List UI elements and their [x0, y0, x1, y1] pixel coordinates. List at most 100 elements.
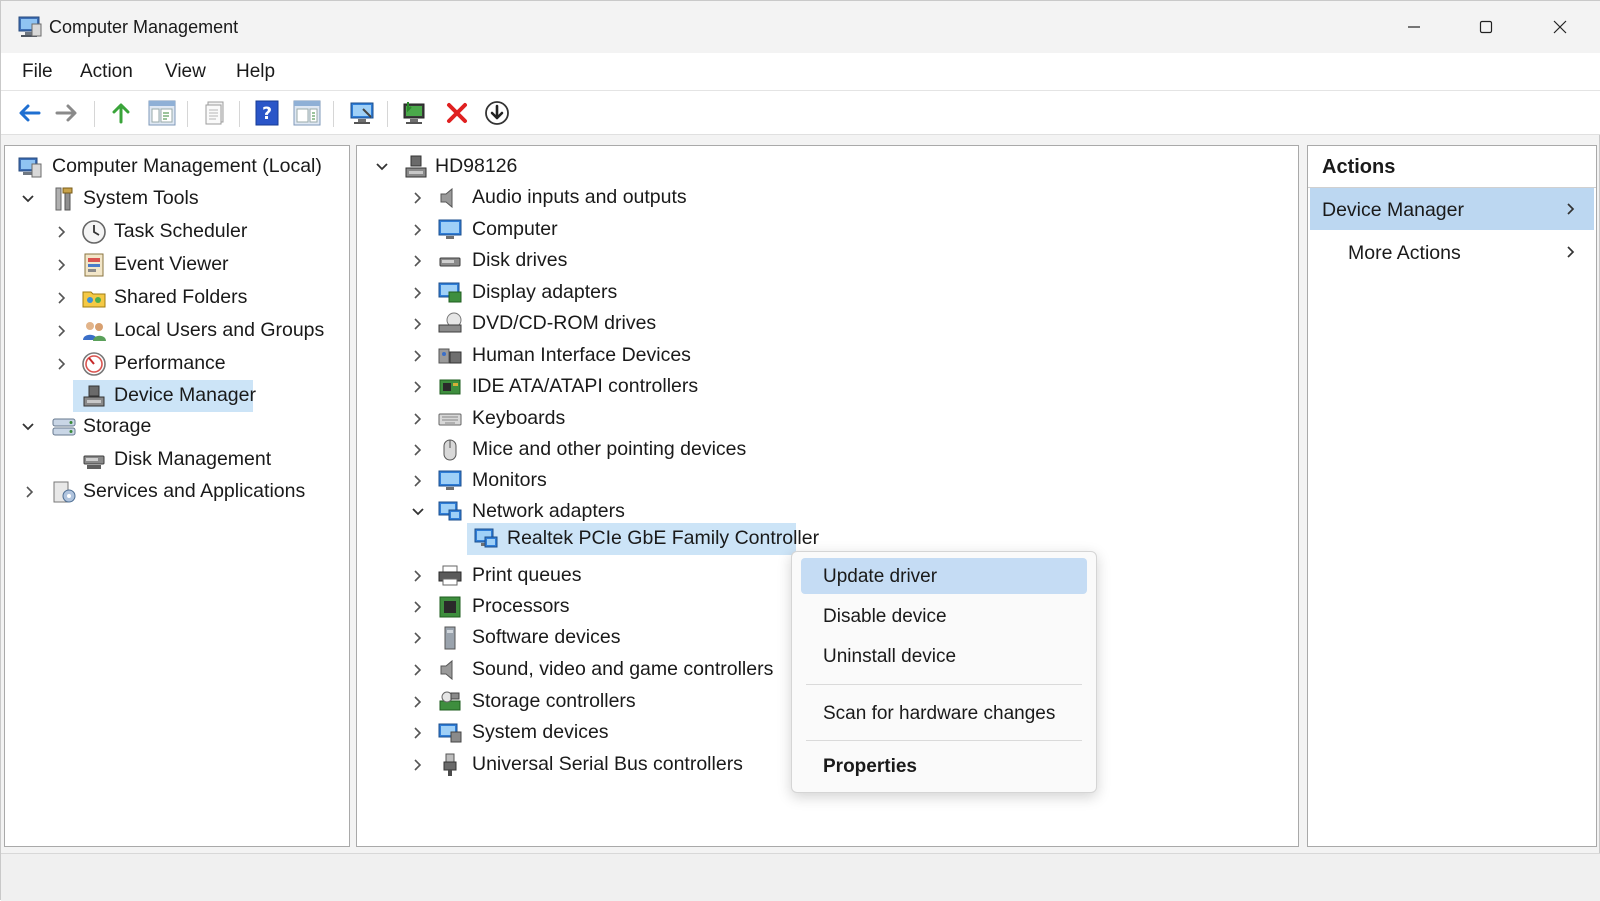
- chevron-right-icon[interactable]: [411, 191, 425, 205]
- actions-pane: Actions Device Manager More Actions: [1307, 145, 1597, 847]
- actions-more-actions[interactable]: More Actions: [1310, 232, 1594, 274]
- back-button[interactable]: [13, 98, 45, 128]
- chevron-right-icon[interactable]: [411, 758, 425, 772]
- chevron-right-icon[interactable]: [411, 695, 425, 709]
- uninstall-icon: [447, 103, 467, 123]
- network-adapters-icon: [438, 501, 462, 521]
- close-button[interactable]: [1537, 7, 1583, 47]
- scan-hardware-button[interactable]: [347, 98, 379, 128]
- chevron-right-icon[interactable]: [411, 663, 425, 677]
- chevron-right-icon[interactable]: [55, 357, 69, 371]
- tree-item-human-interface-devices[interactable]: Human Interface Devices: [367, 341, 1267, 371]
- chevron-down-icon[interactable]: [375, 160, 389, 174]
- chevron-right-icon[interactable]: [411, 443, 425, 457]
- enable-device-button[interactable]: [481, 98, 513, 128]
- event-viewer-icon: [84, 253, 104, 277]
- tree-item-device-manager[interactable]: Device Manager: [73, 380, 256, 412]
- menu-help[interactable]: Help: [236, 61, 275, 83]
- tree-item-computer[interactable]: Computer: [367, 215, 1267, 245]
- export-list-button[interactable]: [199, 98, 231, 128]
- tree-item-performance[interactable]: Performance: [15, 349, 345, 379]
- show-hide-tree-icon: [148, 100, 176, 126]
- chevron-right-icon[interactable]: [411, 412, 425, 426]
- chevron-right-icon[interactable]: [411, 349, 425, 363]
- chevron-right-icon[interactable]: [411, 254, 425, 268]
- tree-item-event-viewer[interactable]: Event Viewer: [15, 250, 345, 280]
- chevron-down-icon[interactable]: [411, 505, 425, 519]
- chevron-down-icon[interactable]: [21, 420, 35, 434]
- tree-item-disk-management[interactable]: Disk Management: [15, 445, 345, 475]
- chevron-right-icon[interactable]: [411, 474, 425, 488]
- forward-button[interactable]: [51, 98, 83, 128]
- tree-item-storage[interactable]: Storage: [15, 412, 345, 442]
- show-hide-tree-button[interactable]: [146, 98, 178, 128]
- chevron-right-icon[interactable]: [411, 726, 425, 740]
- menu-action[interactable]: Action: [80, 61, 133, 83]
- tree-label: Display adapters: [472, 281, 618, 303]
- update-driver-icon: [403, 102, 425, 124]
- tree-item-display-adapters[interactable]: Display adapters: [367, 278, 1267, 308]
- menu-file[interactable]: File: [22, 61, 53, 83]
- storage-icon: [52, 418, 76, 436]
- tree-item-mice-and-other-pointing-devices[interactable]: Mice and other pointing devices: [367, 435, 1267, 465]
- chevron-down-icon[interactable]: [21, 192, 35, 206]
- maximize-button[interactable]: [1463, 7, 1509, 47]
- chevron-right-icon[interactable]: [411, 600, 425, 614]
- computer-management-window: Computer Management File Action View Hel…: [0, 0, 1600, 901]
- tree-item-system-tools[interactable]: System Tools: [15, 184, 345, 214]
- update-driver-button[interactable]: [399, 98, 431, 128]
- chevron-right-icon[interactable]: [55, 291, 69, 305]
- tree-item-services-and-applications[interactable]: Services and Applications: [15, 477, 345, 507]
- tree-label: Services and Applications: [83, 480, 306, 502]
- tree-item-audio-inputs-and-outputs[interactable]: Audio inputs and outputs: [367, 183, 1267, 213]
- tree-item-disk-drives[interactable]: Disk drives: [367, 246, 1267, 276]
- chevron-right-icon: [1567, 203, 1575, 215]
- ctx-disable-device[interactable]: Disable device: [801, 598, 1087, 634]
- ctx-properties[interactable]: Properties: [801, 748, 1087, 784]
- tree-item-task-scheduler[interactable]: Task Scheduler: [15, 217, 345, 247]
- tree-item-monitors[interactable]: Monitors: [367, 466, 1267, 496]
- chevron-right-icon[interactable]: [411, 569, 425, 583]
- menu-view[interactable]: View: [165, 61, 206, 83]
- chevron-right-icon[interactable]: [55, 324, 69, 338]
- chevron-right-icon[interactable]: [23, 485, 37, 499]
- tree-item-realtek-pcie-gbe[interactable]: Realtek PCIe GbE Family Controller: [467, 523, 819, 555]
- chevron-right-icon[interactable]: [411, 631, 425, 645]
- audio-inputs-and-outputs-icon: [440, 187, 453, 209]
- help-button[interactable]: ?: [251, 98, 283, 128]
- tree-item-computer-management-local[interactable]: Computer Management (Local): [15, 152, 345, 182]
- minimize-button[interactable]: [1391, 7, 1437, 47]
- tree-label: Universal Serial Bus controllers: [472, 753, 743, 775]
- tree-item-dvd-cd-rom-drives[interactable]: DVD/CD-ROM drives: [367, 309, 1267, 339]
- window-title: Computer Management: [49, 17, 239, 37]
- ctx-update-driver[interactable]: Update driver: [801, 558, 1087, 594]
- tree-label: Human Interface Devices: [472, 344, 691, 366]
- show-action-pane-button[interactable]: [291, 98, 323, 128]
- chevron-right-icon[interactable]: [411, 380, 425, 394]
- chevron-right-icon[interactable]: [411, 317, 425, 331]
- tree-label: Network adapters: [472, 500, 625, 522]
- tree-item-shared-folders[interactable]: Shared Folders: [15, 283, 345, 313]
- ctx-uninstall-device[interactable]: Uninstall device: [801, 638, 1087, 674]
- chevron-right-icon[interactable]: [55, 225, 69, 239]
- actions-header: Actions: [1308, 146, 1596, 188]
- tree-label: Keyboards: [472, 407, 566, 429]
- toolbar: ?: [1, 91, 1600, 135]
- tree-item-local-users-and-groups[interactable]: Local Users and Groups: [15, 316, 345, 346]
- actions-title: Actions: [1322, 156, 1396, 178]
- menu-separator: [806, 740, 1082, 741]
- tree-item-hd98126[interactable]: HD98126: [367, 152, 1267, 182]
- up-one-level-button[interactable]: [105, 98, 137, 128]
- chevron-right-icon[interactable]: [55, 258, 69, 272]
- menu-bar: File Action View Help: [1, 53, 1600, 91]
- tree-item-keyboards[interactable]: Keyboards: [367, 404, 1267, 434]
- chevron-right-icon[interactable]: [411, 223, 425, 237]
- tree-item-ide-ata-atapi-controllers[interactable]: IDE ATA/ATAPI controllers: [367, 372, 1267, 402]
- tree-label: Storage controllers: [472, 690, 636, 712]
- ctx-scan-hardware[interactable]: Scan for hardware changes: [801, 695, 1087, 731]
- uninstall-button[interactable]: [441, 98, 473, 128]
- actions-device-manager[interactable]: Device Manager: [1310, 188, 1594, 230]
- users-group-icon: [83, 322, 106, 341]
- minimize-icon: [1408, 26, 1420, 28]
- chevron-right-icon[interactable]: [411, 286, 425, 300]
